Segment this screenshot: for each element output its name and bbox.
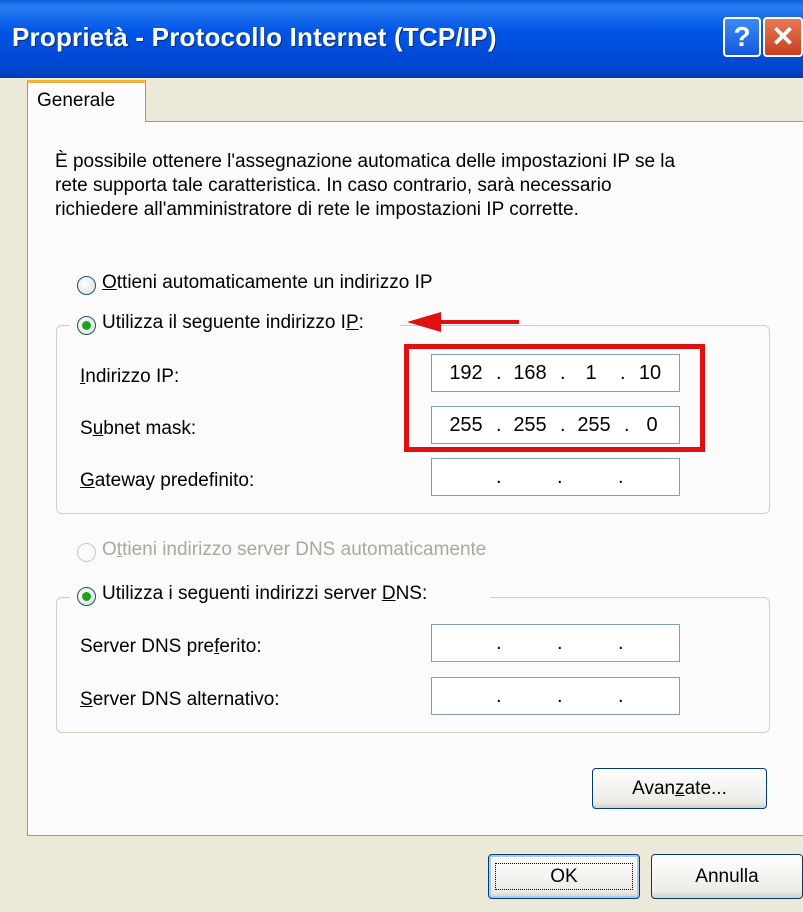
octet-separator: . bbox=[618, 466, 624, 488]
advanced-button[interactable]: Avanzate... bbox=[592, 768, 767, 809]
octet-separator: . bbox=[496, 685, 502, 707]
manual-ip-label[interactable]: Utilizza il seguente indirizzo IP: bbox=[102, 312, 364, 334]
radio-selected-dot bbox=[82, 321, 91, 330]
auto-ip-radio[interactable] bbox=[77, 276, 96, 295]
auto-dns-label: Ottieni indirizzo server DNS automaticam… bbox=[102, 539, 487, 560]
intro-line-1: È possibile ottenere l'assegnazione auto… bbox=[55, 151, 676, 172]
manual-dns-label[interactable]: Utilizza i seguenti indirizzi server DNS… bbox=[102, 583, 427, 605]
octet-separator: . bbox=[496, 466, 502, 488]
ip-address-label: Indirizzo IP: bbox=[80, 366, 180, 387]
gateway-label: Gateway predefinito: bbox=[80, 470, 255, 491]
manual-ip-radio[interactable] bbox=[77, 316, 96, 335]
red-arrow-annotation bbox=[407, 312, 519, 332]
gateway-field[interactable]: . . . bbox=[431, 458, 680, 496]
radio-selected-dot bbox=[82, 592, 91, 601]
red-highlight-box-annotation bbox=[404, 344, 705, 452]
ok-button[interactable]: OK bbox=[488, 854, 640, 899]
ok-label: OK bbox=[495, 863, 633, 890]
window-title: Proprietà - Protocollo Internet (TCP/IP) bbox=[12, 22, 497, 52]
tab-label: Generale bbox=[37, 90, 116, 111]
octet-separator: . bbox=[618, 632, 624, 654]
octet-separator: . bbox=[557, 632, 563, 654]
subnet-mask-label: Subnet mask: bbox=[80, 418, 197, 439]
preferred-dns-field[interactable]: . . . bbox=[431, 624, 680, 662]
intro-line-2: rete supporta tale caratteristica. In ca… bbox=[55, 175, 612, 196]
close-button[interactable]: ✕ bbox=[763, 17, 803, 57]
help-icon: ? bbox=[733, 21, 751, 52]
octet-separator: . bbox=[557, 685, 563, 707]
auto-ip-label[interactable]: Ottieni automaticamente un indirizzo IP bbox=[102, 272, 433, 294]
alternate-dns-field[interactable]: . . . bbox=[431, 677, 680, 715]
help-button[interactable]: ? bbox=[723, 17, 761, 57]
auto-dns-radio[interactable] bbox=[77, 543, 96, 562]
preferred-dns-label: Server DNS preferito: bbox=[80, 636, 262, 657]
intro-line-3: richiedere all'amministratore di rete le… bbox=[55, 199, 579, 220]
octet-separator: . bbox=[557, 466, 563, 488]
octet-separator: . bbox=[618, 685, 624, 707]
cancel-button[interactable]: Annulla bbox=[651, 854, 803, 899]
alternate-dns-label: Server DNS alternativo: bbox=[80, 689, 280, 710]
octet-separator: . bbox=[496, 632, 502, 654]
manual-dns-radio[interactable] bbox=[77, 587, 96, 606]
close-icon: ✕ bbox=[771, 21, 795, 52]
